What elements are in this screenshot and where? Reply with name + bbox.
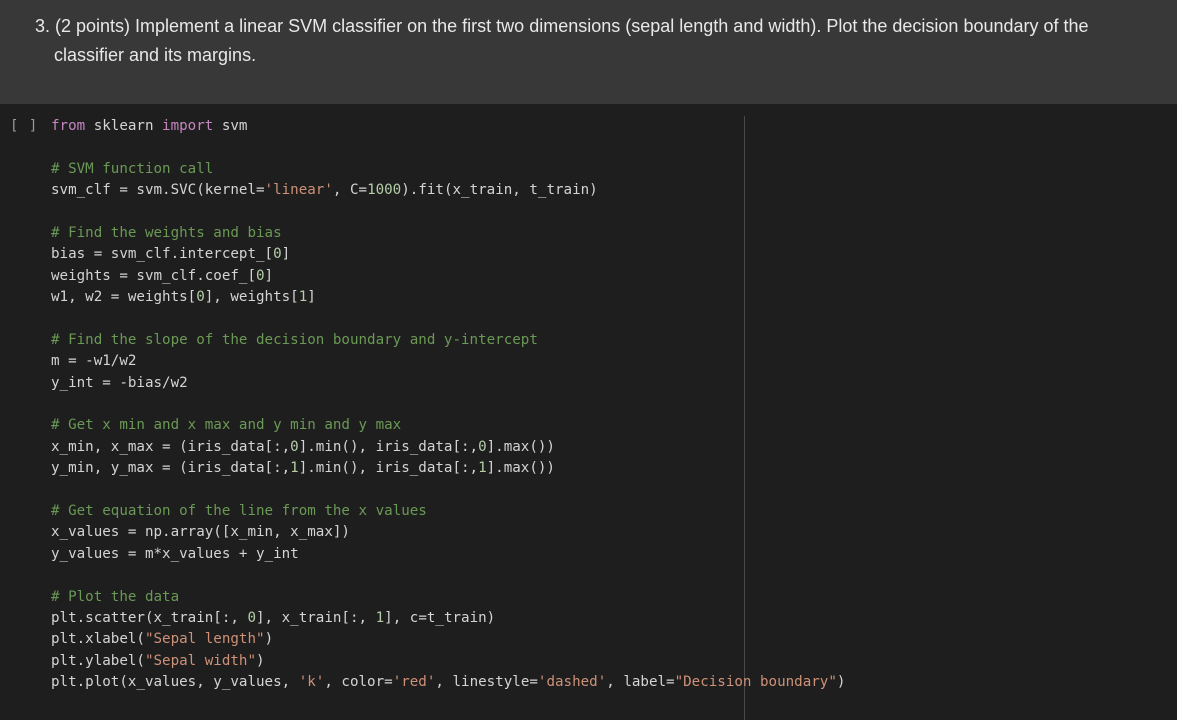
code-token: sklearn bbox=[85, 118, 163, 134]
code-token: ) bbox=[256, 652, 265, 669]
code-token: # Find the weights and bias bbox=[51, 224, 282, 241]
code-token: m = -w1/w2 bbox=[51, 353, 137, 370]
code-token: ], weights[ bbox=[204, 289, 299, 306]
code-token: from bbox=[51, 118, 86, 134]
code-line: w1, w2 = weights[0], weights[1] bbox=[51, 287, 1151, 308]
code-token: # SVM function call bbox=[51, 160, 214, 177]
code-token: ], x_train[:, bbox=[256, 609, 376, 626]
code-token: 'linear' bbox=[264, 182, 333, 199]
code-token: plt.scatter(x_train[:, bbox=[51, 609, 248, 626]
code-token: ) bbox=[264, 631, 274, 648]
code-line: y_values = m*x_values + y_int bbox=[51, 544, 1151, 565]
code-line: svm_clf = svm.SVC(kernel='linear', C=100… bbox=[51, 180, 1151, 201]
code-line: plt.scatter(x_train[:, 0], x_train[:, 1]… bbox=[51, 608, 1151, 629]
code-cell[interactable]: [ ] from sklearn import svm # SVM functi… bbox=[0, 104, 1177, 720]
code-token: # Plot the data bbox=[51, 588, 180, 605]
code-token: # Get x min and x max and y min and y ma… bbox=[51, 417, 402, 434]
code-token: plt.ylabel( bbox=[51, 652, 145, 669]
code-token: "Sepal width" bbox=[144, 652, 257, 669]
code-token: ] bbox=[307, 289, 316, 306]
code-token: y_int = -bias/w2 bbox=[51, 374, 188, 391]
markdown-cell[interactable]: 3. (2 points) Implement a linear SVM cla… bbox=[0, 0, 1177, 104]
code-line: # Find the weights and bias bbox=[51, 223, 1151, 244]
code-token: 1 bbox=[298, 289, 308, 306]
code-token: , C= bbox=[332, 182, 368, 199]
code-token: "Decision boundary" bbox=[674, 674, 837, 691]
code-token: y_values = m*x_values + y_int bbox=[51, 545, 299, 562]
code-token: bias = svm_clf.intercept_[ bbox=[51, 246, 274, 263]
code-line: bias = svm_clf.intercept_[0] bbox=[51, 244, 1151, 265]
code-line: x_min, x_max = (iris_data[:,0].min(), ir… bbox=[51, 437, 1151, 458]
code-token: x_min, x_max = (iris_data[:, bbox=[51, 438, 291, 455]
run-cell-button[interactable]: [ ] bbox=[10, 118, 38, 134]
code-line: # Plot the data bbox=[51, 587, 1151, 608]
code-token: # Get equation of the line from the x va… bbox=[51, 503, 427, 520]
code-line: # Get equation of the line from the x va… bbox=[51, 501, 1151, 522]
code-token: 0 bbox=[196, 289, 205, 306]
code-token: plt.xlabel( bbox=[51, 631, 145, 648]
code-token: , label= bbox=[606, 674, 675, 691]
code-line: plt.xlabel("Sepal length") bbox=[51, 629, 1151, 650]
code-token: svm_clf = svm.SVC(kernel= bbox=[51, 182, 265, 199]
code-token: ) bbox=[836, 674, 846, 691]
code-token: svm bbox=[213, 118, 248, 134]
code-token: ].max()) bbox=[486, 460, 555, 477]
code-line: # Find the slope of the decision boundar… bbox=[51, 330, 1151, 351]
code-token: 1000 bbox=[367, 182, 402, 199]
code-token: 'red' bbox=[392, 674, 436, 691]
notebook-page: 3. (2 points) Implement a linear SVM cla… bbox=[0, 0, 1177, 720]
code-token: # Find the slope of the decision boundar… bbox=[51, 331, 538, 348]
code-line: plt.plot(x_values, y_values, 'k', color=… bbox=[51, 672, 1151, 693]
code-token: weights = svm_clf.coef_[ bbox=[51, 267, 256, 284]
code-token: ].min(), iris_data[:, bbox=[298, 438, 479, 455]
code-token: 'dashed' bbox=[537, 674, 607, 691]
question-text: 3. (2 points) Implement a linear SVM cla… bbox=[35, 12, 1135, 70]
code-token: ).fit(x_train, t_train) bbox=[401, 182, 598, 199]
code-token: ] bbox=[264, 267, 274, 284]
code-line: y_int = -bias/w2 bbox=[51, 373, 1151, 394]
code-token: ].max()) bbox=[486, 438, 555, 455]
code-token: 0 bbox=[290, 438, 299, 455]
code-token: 1 bbox=[290, 460, 299, 477]
code-token: 0 bbox=[256, 267, 265, 284]
code-token: 0 bbox=[273, 246, 282, 263]
code-token: "Sepal length" bbox=[144, 631, 265, 648]
code-editor[interactable]: from sklearn import svm # SVM function c… bbox=[51, 116, 1151, 694]
code-token: plt.plot(x_values, y_values, bbox=[51, 674, 299, 691]
question-line-2: classifier and its margins. bbox=[54, 45, 257, 65]
code-token: y_min, y_max = (iris_data[:, bbox=[51, 460, 291, 477]
code-token: 0 bbox=[478, 438, 487, 455]
code-line: from sklearn import svm bbox=[51, 116, 1151, 137]
code-token: ] bbox=[281, 246, 291, 263]
code-token: , linestyle= bbox=[435, 674, 538, 691]
code-line: # Get x min and x max and y min and y ma… bbox=[51, 415, 1151, 436]
code-token: 0 bbox=[247, 609, 257, 626]
code-token: , color= bbox=[324, 674, 393, 691]
code-token: 1 bbox=[375, 609, 385, 626]
code-line: x_values = np.array([x_min, x_max]) bbox=[51, 522, 1151, 543]
code-token: import bbox=[162, 118, 214, 134]
code-line: weights = svm_clf.coef_[0] bbox=[51, 266, 1151, 287]
question-line-1: 3. (2 points) Implement a linear SVM cla… bbox=[35, 16, 1089, 36]
code-token: x_values = np.array([x_min, x_max]) bbox=[51, 524, 350, 541]
code-token: ].min(), iris_data[:, bbox=[298, 460, 479, 477]
code-token: 1 bbox=[478, 460, 487, 477]
code-token: w1, w2 = weights[ bbox=[51, 289, 197, 306]
code-token: 'k' bbox=[298, 674, 325, 691]
code-token: ], c=t_train) bbox=[384, 609, 496, 626]
code-line: # SVM function call bbox=[51, 159, 1151, 180]
code-line: y_min, y_max = (iris_data[:,1].min(), ir… bbox=[51, 458, 1151, 479]
code-line: plt.ylabel("Sepal width") bbox=[51, 651, 1151, 672]
code-line: m = -w1/w2 bbox=[51, 351, 1151, 372]
